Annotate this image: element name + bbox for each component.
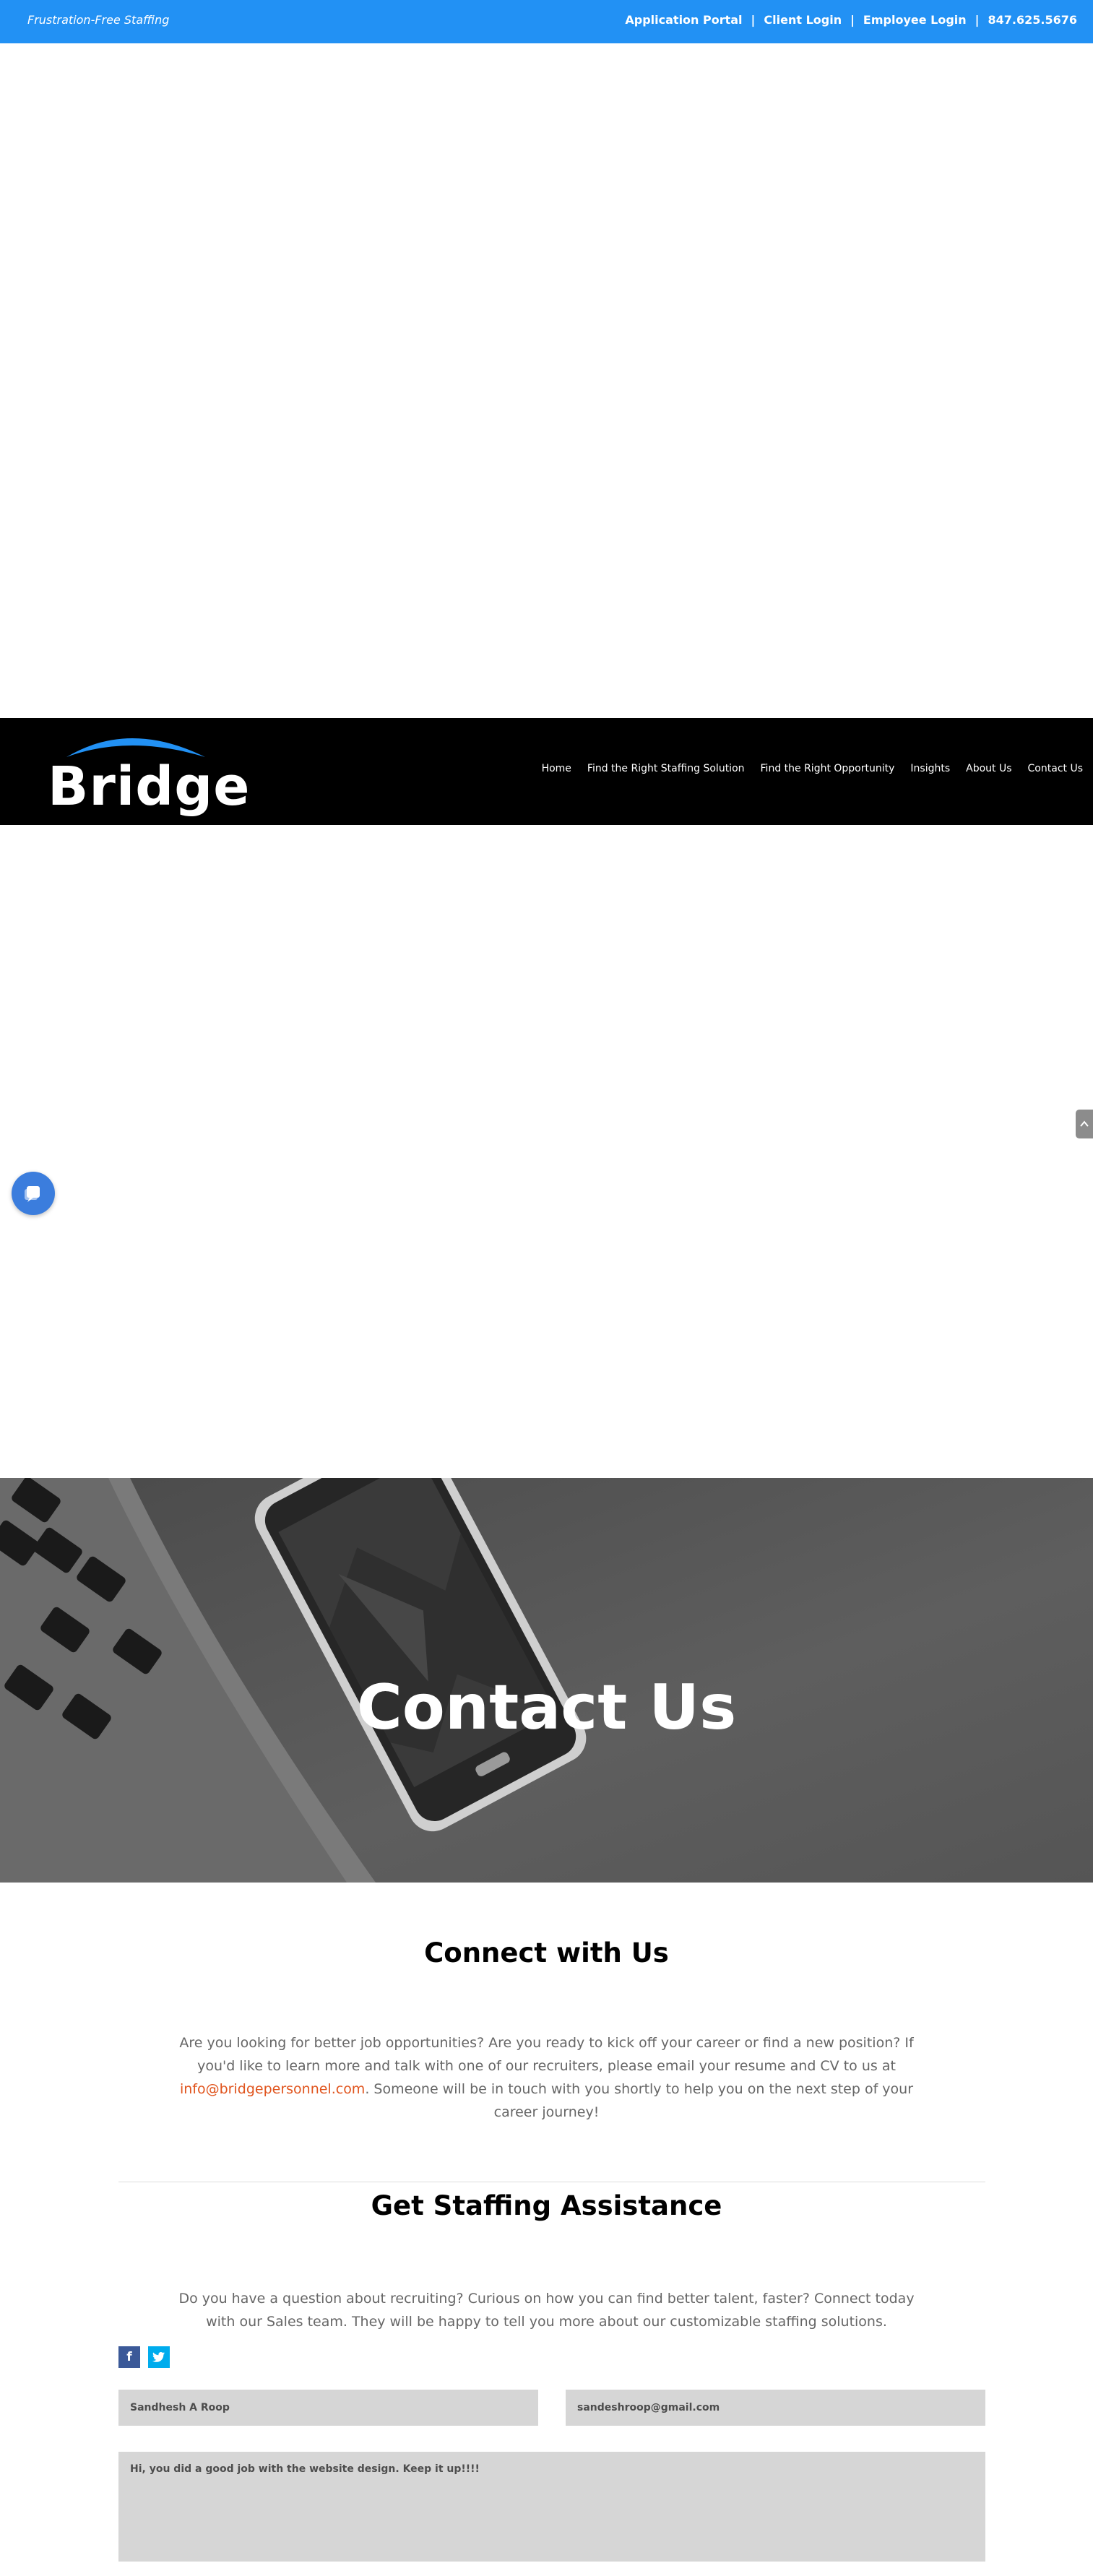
link-separator: | bbox=[751, 13, 756, 27]
hero-title: Contact Us bbox=[356, 1671, 737, 1744]
twitter-bird-icon bbox=[152, 2351, 165, 2362]
nav-item-staffing-solution[interactable]: Find the Right Staffing Solution bbox=[587, 763, 745, 774]
logo-text: Bridge bbox=[48, 756, 251, 818]
email-link[interactable]: info@bridgepersonnel.com bbox=[180, 2081, 365, 2097]
facebook-button[interactable]: f bbox=[118, 2346, 140, 2368]
connect-text-before: Are you looking for better job opportuni… bbox=[179, 2035, 914, 2074]
client-login-link[interactable]: Client Login bbox=[764, 13, 842, 27]
connect-paragraph: Are you looking for better job opportuni… bbox=[173, 2031, 920, 2124]
contact-hero: Contact Us bbox=[0, 1478, 1093, 1883]
nav-item-insights[interactable]: Insights bbox=[910, 763, 950, 774]
top-links: Application Portal | Client Login | Empl… bbox=[625, 13, 1077, 27]
name-field[interactable] bbox=[118, 2390, 538, 2426]
application-portal-link[interactable]: Application Portal bbox=[625, 13, 742, 27]
email-field[interactable] bbox=[566, 2390, 985, 2426]
nav-item-opportunity[interactable]: Find the Right Opportunity bbox=[761, 763, 895, 774]
nav-item-contact-us[interactable]: Contact Us bbox=[1028, 763, 1083, 774]
twitter-button[interactable] bbox=[148, 2346, 170, 2368]
scroll-to-top-button[interactable] bbox=[1076, 1110, 1093, 1138]
link-separator: | bbox=[850, 13, 855, 27]
chevron-up-icon bbox=[1080, 1120, 1089, 1127]
nav-item-about-us[interactable]: About Us bbox=[966, 763, 1011, 774]
staffing-title: Get Staffing Assistance bbox=[371, 2190, 722, 2221]
link-separator: | bbox=[975, 13, 980, 27]
connect-text-after: . Someone will be in touch with you shor… bbox=[365, 2081, 914, 2120]
chat-bubble-icon bbox=[25, 1186, 40, 1202]
bridge-logo[interactable]: Bridge bbox=[48, 728, 249, 818]
connect-title: Connect with Us bbox=[424, 1937, 669, 1968]
employee-login-link[interactable]: Employee Login bbox=[863, 13, 967, 27]
chat-widget-button[interactable] bbox=[12, 1172, 55, 1215]
nav-item-home[interactable]: Home bbox=[542, 763, 571, 774]
staffing-paragraph: Do you have a question about recruiting?… bbox=[178, 2291, 915, 2330]
message-field[interactable]: Hi, you did a good job with the website … bbox=[118, 2452, 985, 2562]
tagline: Frustration-Free Staffing bbox=[27, 13, 170, 27]
facebook-icon: f bbox=[126, 2350, 132, 2364]
top-bar: Frustration-Free Staffing Application Po… bbox=[0, 0, 1093, 43]
nav-menu: Home Find the Right Staffing Solution Fi… bbox=[526, 763, 1083, 774]
main-nav: Bridge Home Find the Right Staffing Solu… bbox=[0, 718, 1093, 825]
phone-link[interactable]: 847.625.5676 bbox=[988, 13, 1077, 27]
